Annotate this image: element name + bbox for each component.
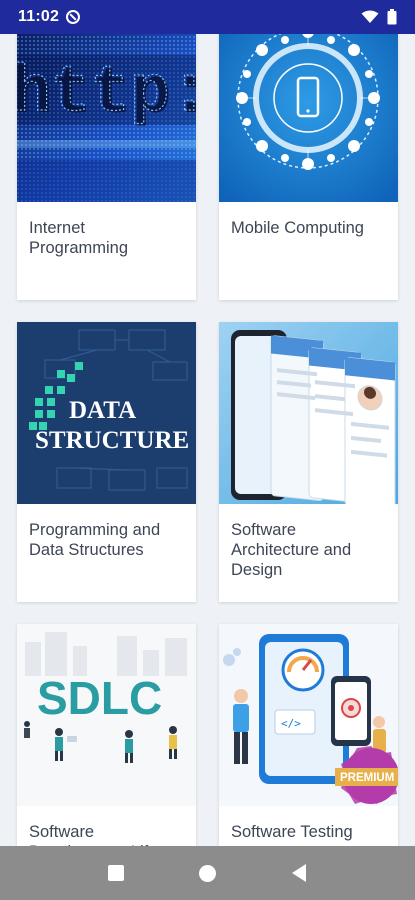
sdlc-illustration-image: SDLC [17, 624, 196, 806]
image-text-data: DATA [69, 397, 136, 424]
system-nav-bar [0, 846, 415, 900]
image-text-sdlc: SDLC [37, 672, 162, 724]
back-icon [292, 864, 307, 882]
premium-badge-label: PREMIUM [340, 772, 394, 784]
data-structure-image: DATA STRUCTURE [17, 322, 196, 504]
course-card-internet-programming[interactable]: http://w http://w Internet Programming [17, 34, 196, 300]
course-title: Software Development Life [29, 823, 157, 846]
home-icon [198, 864, 216, 882]
svg-text:</>: </> [281, 717, 301, 730]
back-button[interactable] [279, 853, 319, 893]
course-thumbnail [219, 322, 398, 504]
course-card-mobile-computing[interactable]: Mobile Computing [219, 34, 398, 300]
testing-devices-image: </> PREMIUM [219, 624, 398, 806]
dnd-icon [66, 10, 81, 24]
wifi-icon [361, 10, 379, 23]
course-thumbnail: SDLC [17, 624, 196, 806]
course-card-programming-data-structures[interactable]: DATA STRUCTURE Programming and Data Stru… [17, 322, 196, 602]
app-screens-phone-image [219, 322, 398, 504]
course-thumbnail: </> PREMIUM [219, 624, 398, 806]
svg-text:http://w: http://w [17, 55, 196, 130]
course-title: Software Testing [231, 823, 353, 841]
status-time: 11:02 [18, 8, 60, 25]
recents-icon [107, 865, 124, 881]
image-text-structure: STRUCTURE [35, 427, 189, 454]
course-card-software-testing[interactable]: </> PREMIUM Software Testing [219, 624, 398, 846]
battery-icon [387, 9, 397, 25]
course-thumbnail: DATA STRUCTURE [17, 322, 196, 504]
course-title: Software Architecture and Design [231, 521, 352, 579]
course-thumbnail: http://w http://w [17, 34, 196, 202]
course-grid: http://w http://w Internet Programming [17, 34, 398, 846]
status-icons [361, 9, 397, 25]
course-list[interactable]: http://w http://w Internet Programming [0, 34, 415, 846]
mobile-network-circle-image [219, 34, 398, 202]
course-title: Programming and Data Structures [29, 521, 161, 559]
course-card-software-architecture[interactable]: Software Architecture and Design [219, 322, 398, 602]
course-card-sdlc[interactable]: SDLC Software Development Life [17, 624, 196, 846]
course-title: Internet Programming [29, 219, 129, 257]
course-thumbnail [219, 34, 398, 202]
http-address-bar-image: http://w http://w [17, 34, 196, 202]
home-button[interactable] [187, 853, 227, 893]
course-title: Mobile Computing [231, 219, 364, 237]
recents-button[interactable] [96, 853, 136, 893]
status-bar: 11:02 [0, 0, 415, 34]
